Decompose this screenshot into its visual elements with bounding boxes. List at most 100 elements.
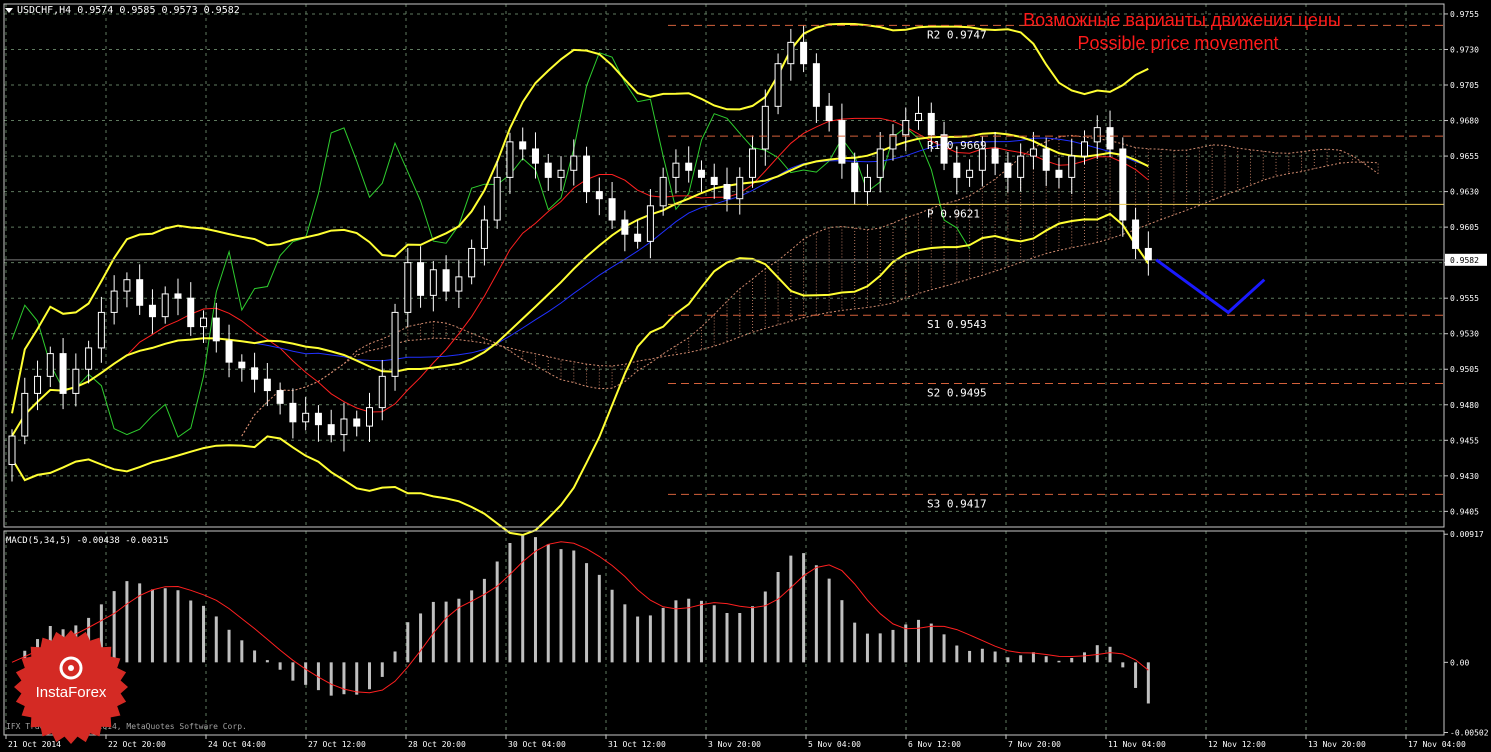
y-tick-label: 0.9730 (1450, 45, 1479, 54)
candle-body (289, 402, 297, 423)
candle-body (685, 162, 693, 171)
x-tick-label: 17 Nov 04:00 (1408, 740, 1466, 749)
y-tick-label: 0.9655 (1450, 152, 1479, 161)
candle-body (225, 340, 233, 363)
candle-body (161, 293, 169, 318)
y-tick-label: 0.9630 (1450, 188, 1479, 197)
candle-body (646, 205, 654, 242)
candle-body (1042, 148, 1050, 171)
x-tick-label: 12 Nov 12:00 (1208, 740, 1266, 749)
candle-body (455, 276, 463, 292)
candle-body (302, 412, 310, 423)
candle (991, 131, 999, 176)
candle (289, 388, 297, 439)
candle-body (876, 148, 884, 178)
candle (902, 107, 910, 152)
candle (455, 260, 463, 308)
candle-body (927, 112, 935, 136)
candle (225, 324, 233, 378)
macd-panel (11, 535, 1150, 704)
x-tick-label: 31 Oct 12:00 (608, 740, 666, 749)
symbol-header: USDCHF,H4 0.9574 0.9585 0.9573 0.9582 (17, 5, 240, 16)
candle (608, 181, 616, 229)
candle-body (187, 297, 195, 328)
candle-body (314, 412, 322, 426)
candle (340, 402, 348, 452)
x-tick-label: 7 Nov 20:00 (1008, 740, 1061, 749)
candle-body (672, 162, 680, 178)
candle-body (710, 176, 718, 185)
candle-body (953, 162, 961, 178)
candle (302, 397, 310, 431)
candle-body (72, 368, 80, 394)
candle-body (340, 418, 348, 436)
candle-body (263, 378, 271, 392)
candle (915, 96, 923, 130)
ichimoku-cloud (356, 135, 1379, 389)
x-tick-label: 3 Nov 20:00 (708, 740, 761, 749)
candle (570, 139, 578, 186)
forecast-path (1155, 258, 1266, 315)
candle-body (800, 41, 808, 65)
candle (493, 160, 501, 229)
candle-body (915, 112, 923, 122)
candle (97, 296, 105, 363)
candle (468, 239, 476, 285)
candle-body (85, 347, 93, 370)
candle-body (838, 120, 846, 164)
candle-body (417, 262, 425, 296)
candle (174, 278, 182, 316)
candle (749, 135, 757, 188)
macd-y-tick-label: -0.00502 (1450, 728, 1489, 737)
candle (825, 93, 833, 132)
candle-body (519, 141, 527, 150)
x-tick-label: 27 Oct 12:00 (308, 740, 366, 749)
candle-body (863, 176, 871, 193)
candle-body (353, 418, 361, 427)
macd-panel-frame (3, 530, 1445, 736)
candle (123, 272, 131, 308)
candle-body (761, 105, 769, 150)
y-tick-label: 0.9605 (1450, 223, 1479, 232)
candle-body (59, 353, 67, 394)
candle (212, 302, 220, 353)
candle-body (123, 279, 131, 292)
candle-body (1017, 155, 1025, 178)
candle-body (276, 390, 284, 404)
candle (736, 167, 744, 215)
candle (863, 164, 871, 206)
candle (1106, 110, 1114, 157)
candle-body (697, 169, 705, 178)
logo-text: InstaForex (35, 684, 107, 701)
candle-body (749, 148, 757, 178)
candle-body (46, 353, 54, 377)
candle-body (966, 169, 974, 178)
candle (621, 210, 629, 252)
candle-body (1068, 155, 1076, 178)
candle (251, 352, 259, 393)
senkou-span-a (241, 134, 1379, 437)
chart-canvas: R2 0.9747 R1 0.9669 P 0.9621 S1 0.9543 S2 0.… (3, 3, 1489, 749)
current-price-label: 0.9582 (1450, 256, 1479, 265)
pivot-label-S3: S3 0.9417 (927, 497, 987, 510)
candle-body (1093, 127, 1101, 143)
pivot-label-R1: R1 0.9669 (927, 139, 987, 152)
candle (1029, 131, 1037, 170)
candle-body (110, 290, 118, 313)
x-tick-label: 30 Oct 04:00 (508, 740, 566, 749)
candle (1081, 130, 1088, 165)
candle-body (468, 247, 476, 278)
candle (646, 189, 654, 259)
y-tick-label: 0.9530 (1450, 330, 1479, 339)
candle-body (531, 148, 539, 164)
candle-body (851, 162, 859, 193)
candlesticks[interactable] (8, 25, 1152, 482)
candle (506, 132, 514, 194)
y-tick-label: 0.9455 (1450, 436, 1479, 445)
axes: 0.9755 0.9730 0.9705 0.9680 0.9655 0.9630 0.96… (3, 3, 1489, 749)
x-tick-label: 11 Nov 04:00 (1108, 740, 1166, 749)
candle-body (1119, 148, 1127, 221)
candle-body (21, 392, 29, 437)
indicator-lines (4, 22, 1444, 537)
candle (238, 354, 246, 382)
